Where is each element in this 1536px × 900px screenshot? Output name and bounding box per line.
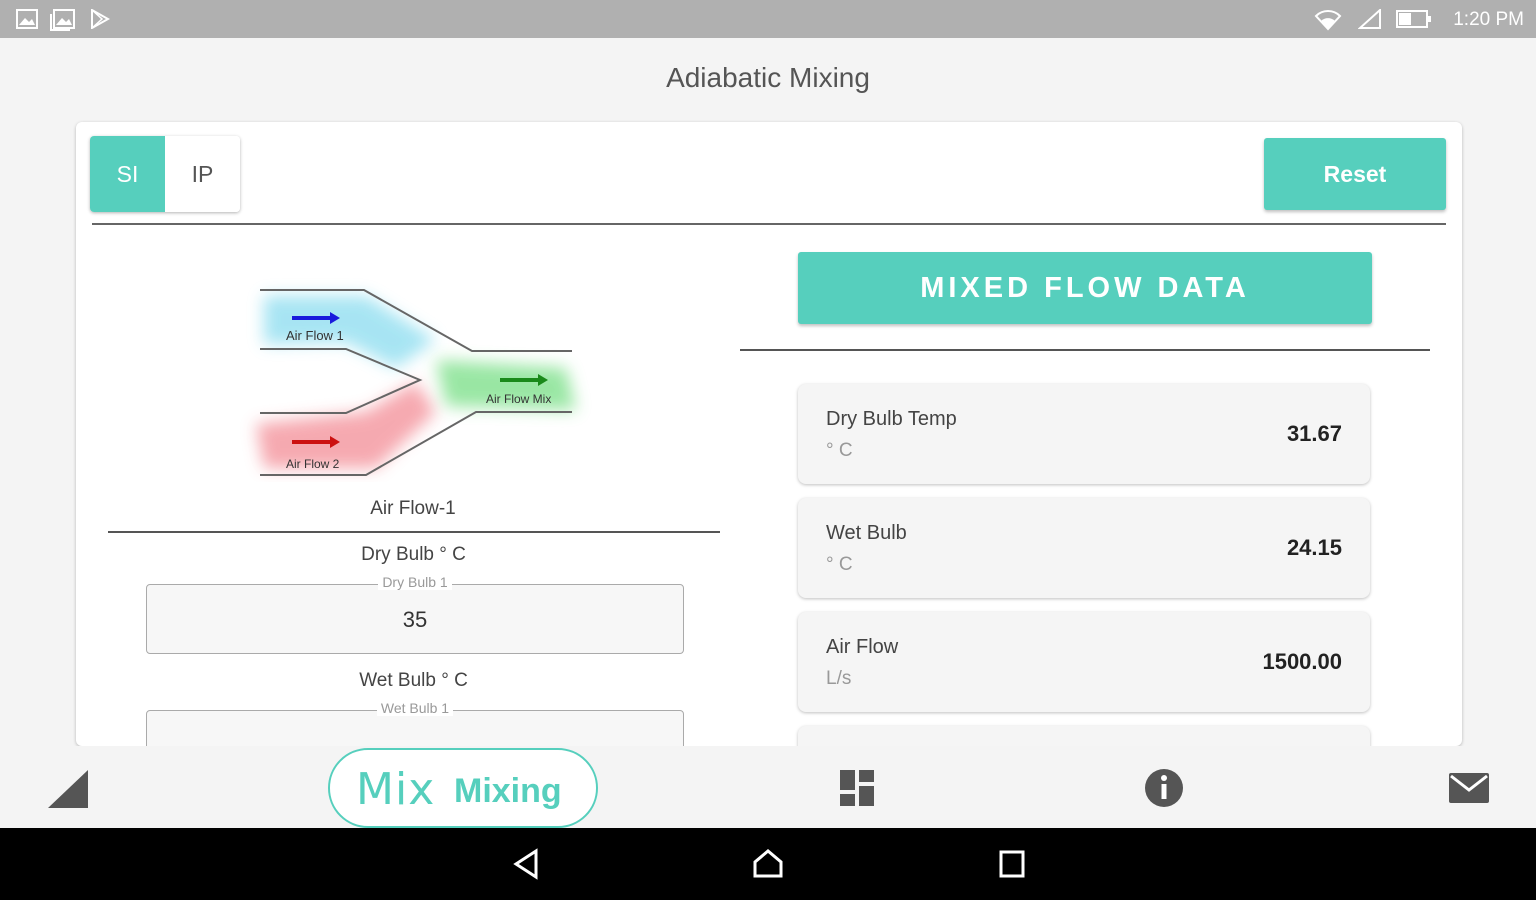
result-label: Air Flow xyxy=(826,636,899,658)
divider xyxy=(92,223,1446,225)
dry-bulb-placeholder: Dry Bulb 1 xyxy=(378,574,452,590)
mixed-flow-header[interactable]: MIXED FLOW DATA xyxy=(798,252,1372,324)
result-wet-bulb-card: Wet Bulb ° C 24.15 xyxy=(798,498,1370,598)
divider xyxy=(108,531,720,533)
page-title: Adiabatic Mixing xyxy=(666,62,870,93)
result-air-flow-card: Air Flow L/s 1500.00 xyxy=(798,612,1370,712)
system-nav-bar xyxy=(0,828,1536,900)
mix-label: Air Flow Mix xyxy=(486,392,551,406)
wet-bulb-input[interactable]: Wet Bulb 1 xyxy=(146,700,684,746)
flow2-label: Air Flow 2 xyxy=(286,457,340,471)
reset-button[interactable]: Reset xyxy=(1264,138,1446,210)
result-unit: ° C xyxy=(826,554,853,575)
wet-bulb-label: Wet Bulb ° C xyxy=(359,670,468,691)
image-icon xyxy=(16,9,38,29)
unit-si-button[interactable]: SI xyxy=(90,136,165,212)
unit-ip-button[interactable]: IP xyxy=(165,136,240,212)
status-bar: 1:20 PM xyxy=(0,0,1536,38)
result-unit: L/s xyxy=(826,668,852,689)
info-icon[interactable] xyxy=(1144,768,1184,808)
mixing-tab-label: Mixing xyxy=(454,772,562,810)
signal-icon xyxy=(1358,9,1381,29)
chart-icon[interactable] xyxy=(46,768,90,810)
wifi-icon xyxy=(1314,10,1342,31)
result-unit: ° C xyxy=(826,440,853,461)
result-value: 1500.00 xyxy=(1262,649,1342,674)
dry-bulb-input[interactable]: Dry Bulb 1 35 xyxy=(146,574,684,654)
dry-bulb-value: 35 xyxy=(402,607,428,632)
result-dry-bulb-card: Dry Bulb Temp ° C 31.67 xyxy=(798,384,1370,484)
gallery-icon xyxy=(50,9,75,31)
mixing-tab[interactable]: Mix Mixing xyxy=(328,748,598,828)
clock-time: 1:20 PM xyxy=(1453,9,1524,30)
bottom-nav: Mix Mixing xyxy=(0,746,1536,828)
play-store-icon xyxy=(91,9,110,29)
flow1-label: Air Flow 1 xyxy=(286,328,344,343)
back-icon[interactable] xyxy=(512,848,540,880)
result-value: 24.15 xyxy=(1286,535,1342,560)
dry-bulb-label: Dry Bulb ° C xyxy=(361,544,466,565)
mail-icon[interactable] xyxy=(1448,772,1490,804)
recents-icon[interactable] xyxy=(998,848,1026,880)
dashboard-icon[interactable] xyxy=(840,770,876,806)
home-icon[interactable] xyxy=(752,848,784,880)
flow2-stream xyxy=(256,382,436,468)
mixing-diagram: Air Flow 1 Air Flow 2 Air Flow Mix xyxy=(256,289,576,476)
result-label: Dry Bulb Temp xyxy=(826,408,957,430)
result-label: Wet Bulb xyxy=(826,522,907,544)
flow-title: Air Flow-1 xyxy=(370,498,456,519)
result-card-partial xyxy=(798,726,1370,746)
unit-toggle: SI IP xyxy=(90,136,240,212)
result-value: 31.67 xyxy=(1286,421,1342,446)
main-card: SI IP Reset Air Flow 1 Air Flow 2 Air Fl… xyxy=(76,122,1462,746)
battery-icon xyxy=(1396,10,1431,28)
mixing-icon: Mix xyxy=(356,764,436,815)
divider xyxy=(740,349,1430,351)
wet-bulb-placeholder: Wet Bulb 1 xyxy=(376,700,454,716)
